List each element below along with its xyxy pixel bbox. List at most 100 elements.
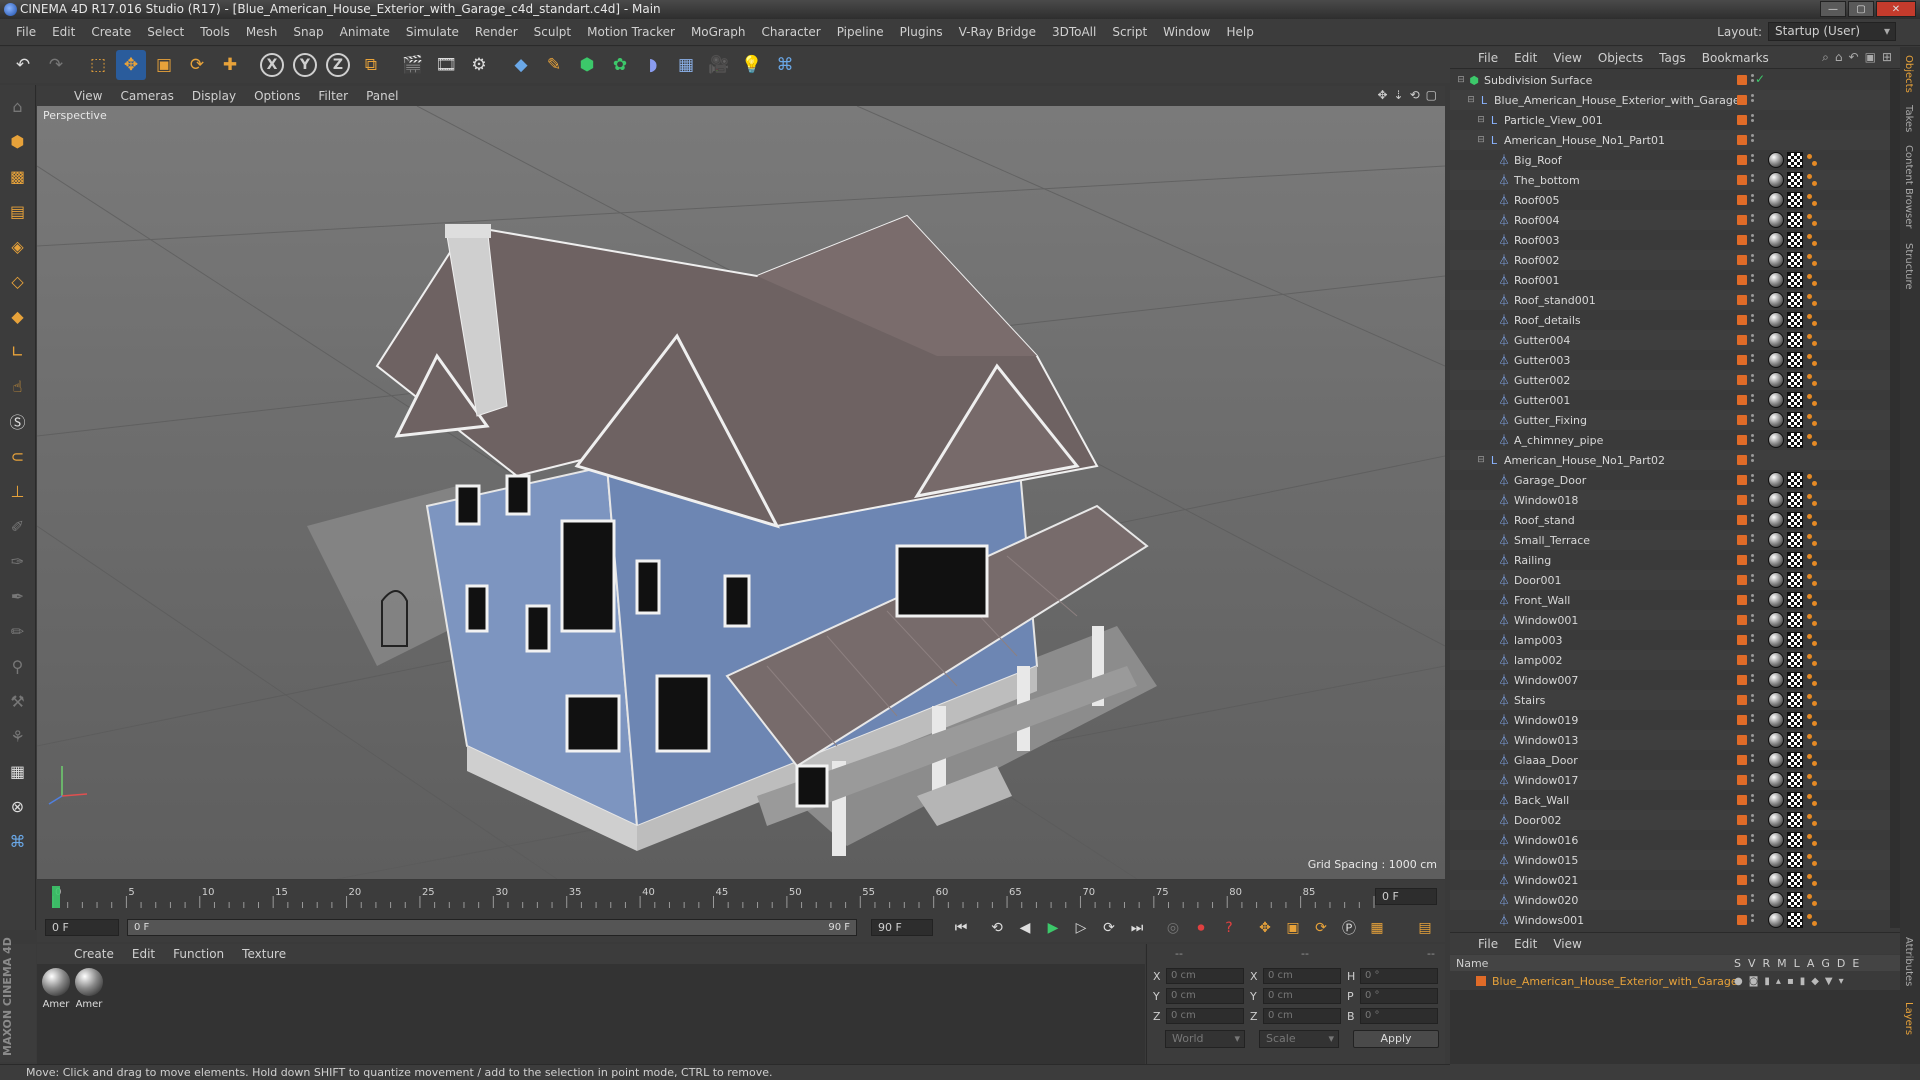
visibility-dots-icon[interactable] (1751, 294, 1755, 306)
material-tag-icon[interactable] (1768, 392, 1784, 408)
layer-menu-view[interactable]: View (1545, 937, 1589, 951)
coordinate-mode-dropdown[interactable]: Scale (1259, 1030, 1339, 1048)
visibility-dots-icon[interactable] (1751, 534, 1755, 546)
material-tag-icon[interactable] (1768, 332, 1784, 348)
selection-tag-icon[interactable] (1806, 512, 1818, 528)
visibility-dots-icon[interactable] (1751, 574, 1755, 586)
apply-button[interactable]: Apply (1353, 1030, 1439, 1048)
selection-tag-icon[interactable] (1806, 752, 1818, 768)
visibility-dots-icon[interactable] (1751, 674, 1755, 686)
object-row[interactable]: ⏃ Window021 (1450, 870, 1890, 890)
frame-range-slider[interactable]: 0 F 90 F (127, 919, 857, 936)
object-row[interactable]: ⏃ Window013 (1450, 730, 1890, 750)
material-tag-icon[interactable] (1768, 812, 1784, 828)
orbit-icon[interactable]: ⟲ (1410, 88, 1420, 102)
selection-tag-icon[interactable] (1806, 212, 1818, 228)
visibility-dots-icon[interactable] (1751, 414, 1755, 426)
viewport-menu-view[interactable]: View (65, 89, 111, 103)
back-icon[interactable]: ↶ (1849, 50, 1859, 65)
layer-color-icon[interactable] (1737, 715, 1747, 725)
toggle-layout-icon[interactable]: ▢ (1426, 88, 1437, 102)
menu-select[interactable]: Select (139, 25, 192, 39)
material-tag-icon[interactable] (1768, 412, 1784, 428)
previous-key-icon[interactable]: ⟲ (985, 917, 1009, 939)
selection-tag-icon[interactable] (1806, 152, 1818, 168)
end-frame-field[interactable]: 90 F (871, 919, 933, 936)
visibility-dots-icon[interactable] (1751, 614, 1755, 626)
object-menu-file[interactable]: File (1470, 51, 1506, 65)
material-tag-icon[interactable] (1768, 232, 1784, 248)
visibility-dots-icon[interactable] (1751, 234, 1755, 246)
object-row[interactable]: ⊟ L American_House_No1_Part01 (1450, 130, 1890, 150)
menu-edit[interactable]: Edit (44, 25, 83, 39)
material-tag-icon[interactable] (1768, 272, 1784, 288)
viewport-menu-display[interactable]: Display (183, 89, 245, 103)
paint-tool-icon[interactable]: ✑ (3, 546, 33, 576)
maximize-button[interactable]: ▢ (1848, 1, 1874, 17)
selection-tag-icon[interactable] (1806, 792, 1818, 808)
viewport-menu-options[interactable]: Options (245, 89, 309, 103)
rotation-p-field[interactable]: 0 ° (1360, 988, 1438, 1004)
layer-color-icon[interactable] (1737, 255, 1747, 265)
layer-color-icon[interactable] (1737, 575, 1747, 585)
menu-mograph[interactable]: MoGraph (683, 25, 754, 39)
texture-tag-icon[interactable] (1787, 172, 1803, 188)
texture-tag-icon[interactable] (1787, 392, 1803, 408)
scale-tool-icon[interactable]: ▣ (149, 50, 179, 80)
layer-horizontal-scrollbar[interactable] (1450, 1064, 1900, 1080)
texture-tag-icon[interactable] (1787, 692, 1803, 708)
selection-tag-icon[interactable] (1806, 732, 1818, 748)
texture-tag-icon[interactable] (1787, 192, 1803, 208)
texture-tag-icon[interactable] (1787, 352, 1803, 368)
menu-snap[interactable]: Snap (285, 25, 331, 39)
material-tag-icon[interactable] (1768, 472, 1784, 488)
home-icon[interactable]: ⌂ (1835, 50, 1843, 65)
menu-render[interactable]: Render (467, 25, 526, 39)
x-axis-lock-icon[interactable]: X (257, 50, 287, 80)
position-z-field[interactable]: 0 cm (1166, 1008, 1244, 1024)
object-row[interactable]: ⏃ The_bottom (1450, 170, 1890, 190)
texture-tag-icon[interactable] (1787, 212, 1803, 228)
visibility-dots-icon[interactable] (1751, 774, 1755, 786)
object-menu-view[interactable]: View (1545, 51, 1589, 65)
texture-tag-icon[interactable] (1787, 532, 1803, 548)
material-tag-icon[interactable] (1768, 672, 1784, 688)
python-icon[interactable]: ⌘ (770, 50, 800, 80)
object-menu-edit[interactable]: Edit (1506, 51, 1545, 65)
go-to-start-icon[interactable]: ⏮ (949, 917, 973, 939)
selection-tag-icon[interactable] (1806, 292, 1818, 308)
material-tag-icon[interactable] (1768, 252, 1784, 268)
python-script-icon[interactable]: ⌘ (3, 826, 33, 856)
object-row[interactable]: ⏃ Stairs (1450, 690, 1890, 710)
texture-tag-icon[interactable] (1787, 372, 1803, 388)
selection-tag-icon[interactable] (1806, 692, 1818, 708)
layer-color-icon[interactable] (1737, 375, 1747, 385)
minimize-button[interactable]: — (1820, 1, 1846, 17)
material-tag-icon[interactable] (1768, 532, 1784, 548)
visibility-dots-icon[interactable] (1751, 334, 1755, 346)
texture-tag-icon[interactable] (1787, 792, 1803, 808)
layer-color-icon[interactable] (1737, 555, 1747, 565)
polygons-mode-icon[interactable]: ◆ (3, 301, 33, 331)
object-menu-bookmarks[interactable]: Bookmarks (1694, 51, 1777, 65)
record-keys-icon[interactable]: ◎ (1161, 917, 1185, 939)
layer-color-icon[interactable] (1737, 275, 1747, 285)
visibility-dots-icon[interactable] (1751, 254, 1755, 266)
material-menu-texture[interactable]: Texture (233, 947, 295, 961)
layer-color-icon[interactable] (1737, 695, 1747, 705)
layer-row[interactable]: Blue_American_House_Exterior_with_Garage… (1450, 972, 1900, 990)
key-pla-icon[interactable]: ▦ (1365, 917, 1389, 939)
subdivision-generator-icon[interactable]: ⬢ (572, 50, 602, 80)
layer-color-icon[interactable] (1737, 655, 1747, 665)
render-view-icon[interactable]: 🎬 (398, 50, 428, 80)
material-tag-icon[interactable] (1768, 592, 1784, 608)
layer-color-icon[interactable] (1737, 455, 1747, 465)
selection-tag-icon[interactable] (1806, 712, 1818, 728)
layer-menu-file[interactable]: File (1470, 937, 1506, 951)
menu-simulate[interactable]: Simulate (398, 25, 467, 39)
object-row[interactable]: ⏃ Window001 (1450, 610, 1890, 630)
menu-mesh[interactable]: Mesh (238, 25, 286, 39)
texture-tag-icon[interactable] (1787, 332, 1803, 348)
material-tag-icon[interactable] (1768, 172, 1784, 188)
rotation-h-field[interactable]: 0 ° (1360, 968, 1438, 984)
